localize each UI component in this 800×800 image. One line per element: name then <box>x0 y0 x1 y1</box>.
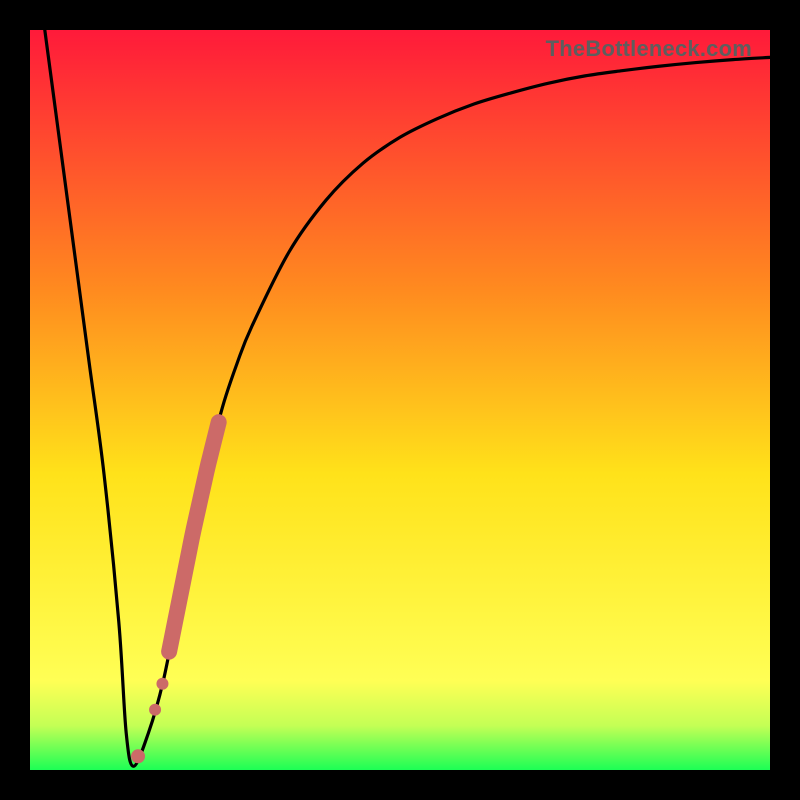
plot-area: TheBottleneck.com <box>30 30 770 770</box>
highlight-dot-3 <box>131 749 145 763</box>
gradient-background <box>30 30 770 770</box>
watermark-text: TheBottleneck.com <box>546 36 752 62</box>
highlight-dot-2 <box>149 704 161 716</box>
chart-svg <box>30 30 770 770</box>
highlight-dot-1 <box>156 678 168 690</box>
chart-frame: TheBottleneck.com <box>0 0 800 800</box>
